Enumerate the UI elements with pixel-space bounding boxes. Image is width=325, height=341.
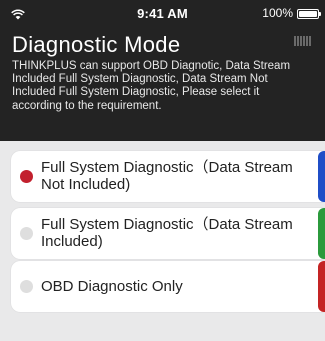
accent-bar bbox=[318, 208, 325, 259]
option-full-system-with-stream[interactable]: Full System Diagnostic（Data Stream Inclu… bbox=[11, 208, 325, 259]
option-obd-only[interactable]: OBD Diagnostic Only bbox=[11, 261, 325, 312]
option-label: Full System Diagnostic（Data Stream Not I… bbox=[41, 159, 293, 193]
page-title: Diagnostic Mode bbox=[12, 32, 181, 57]
battery-percent: 100% bbox=[262, 6, 293, 20]
radio-unselected-icon[interactable] bbox=[20, 280, 33, 293]
barcode-icon bbox=[294, 36, 314, 46]
status-bar: 9:41 AM 100% bbox=[0, 0, 325, 26]
accent-bar bbox=[318, 151, 325, 202]
option-full-system-no-stream[interactable]: Full System Diagnostic（Data Stream Not I… bbox=[11, 151, 325, 202]
option-list: Full System Diagnostic（Data Stream Not I… bbox=[0, 141, 325, 341]
radio-selected-icon[interactable] bbox=[20, 170, 33, 183]
option-label: Full System Diagnostic（Data Stream Inclu… bbox=[41, 216, 293, 250]
accent-bar bbox=[318, 261, 325, 312]
radio-unselected-icon[interactable] bbox=[20, 227, 33, 240]
header-panel: 9:41 AM 100% Diagnostic Mode THINKPLUS c… bbox=[0, 0, 325, 141]
page-description: THINKPLUS can support OBD Diagnotic, Dat… bbox=[12, 60, 291, 112]
option-label: OBD Diagnostic Only bbox=[41, 278, 183, 295]
battery-icon bbox=[297, 9, 321, 19]
